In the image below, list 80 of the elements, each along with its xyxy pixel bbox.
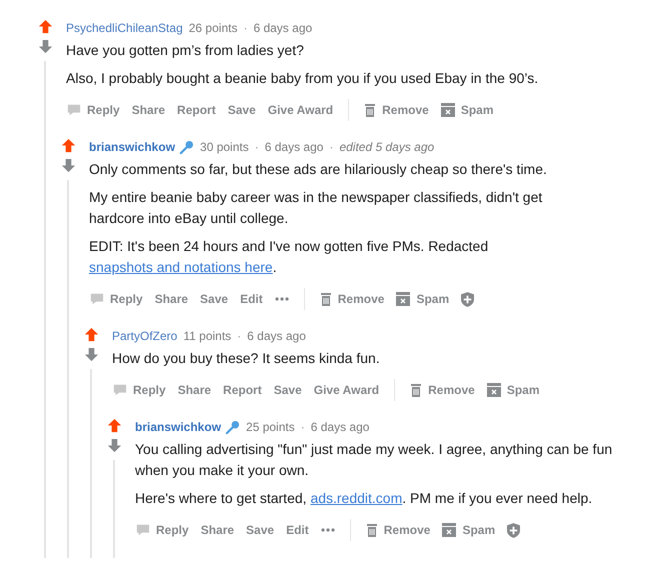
username-link[interactable]: brianswichkow	[135, 420, 222, 434]
microphone-icon	[179, 140, 194, 154]
username-link[interactable]: brianswichkow	[89, 140, 176, 154]
speech-bubble-icon	[67, 103, 81, 117]
comment-text: Here's where to get started, ads.reddit.com. PM me if you ever need help.	[135, 489, 594, 508]
downvote-arrow-icon[interactable]	[84, 347, 98, 362]
upvote-arrow-icon[interactable]	[38, 19, 52, 34]
speech-bubble-icon	[136, 523, 150, 537]
timestamp: 6 days ago	[264, 140, 324, 154]
action-button[interactable]: Save	[195, 288, 234, 310]
trash-icon	[366, 523, 378, 537]
more-icon	[274, 297, 289, 301]
points-count: 26 points	[188, 21, 238, 35]
action-button[interactable]: Share	[150, 288, 194, 310]
action-button[interactable]: Share	[126, 99, 170, 121]
action-button[interactable]: Save	[241, 519, 280, 541]
trash-icon	[364, 103, 376, 117]
upvote-arrow-icon[interactable]	[60, 138, 76, 153]
speech-bubble-icon	[113, 383, 127, 397]
action-button[interactable]: Give Award	[262, 99, 338, 121]
action-button[interactable]: Share	[172, 379, 216, 401]
action-button[interactable]: Report	[172, 99, 221, 121]
reply-button[interactable]: Reply	[62, 99, 125, 121]
microphone-icon	[225, 420, 240, 434]
points-count: 30 points	[200, 140, 249, 154]
trash-icon	[410, 383, 422, 397]
link[interactable]: snapshots and notations here	[89, 259, 273, 275]
reply-button[interactable]: Reply	[131, 519, 194, 541]
action-button[interactable]: Save	[222, 99, 261, 121]
separator-dot: ·	[300, 420, 305, 434]
spam-button[interactable]: Spam	[437, 519, 500, 541]
remove-button[interactable]: Remove	[314, 288, 390, 310]
comment-text: Have you gotten pm’s from ladies yet?	[66, 41, 305, 60]
edited-timestamp: edited 5 days ago	[339, 140, 434, 154]
downvote-arrow-icon[interactable]	[38, 39, 52, 54]
action-button[interactable]: Edit	[235, 288, 268, 310]
shield-icon	[461, 292, 474, 306]
remove-button[interactable]: Remove	[360, 519, 436, 541]
separator-dot: ·	[254, 140, 259, 154]
link[interactable]: ads.reddit.com	[310, 490, 402, 506]
upvote-arrow-icon[interactable]	[106, 418, 122, 433]
comment-text: Only comments so far, but these ads are hilariously cheap so there's time.	[89, 160, 548, 179]
comment-text: My entire beanie baby career was in the newspaper classifieds, didn't get hardcore into eBay until college.	[89, 188, 544, 228]
username-link[interactable]: PsychedliChileanStag	[66, 21, 183, 35]
separator-dot: ·	[237, 329, 242, 343]
downvote-arrow-icon[interactable]	[106, 438, 122, 453]
comment-text: How do you buy these? It seems kinda fun.	[112, 349, 381, 368]
separator-dot: ·	[329, 140, 334, 154]
separator-dot: ·	[243, 21, 248, 35]
upvote-arrow-icon[interactable]	[84, 327, 98, 342]
username-link[interactable]: PartyOfZero	[112, 329, 178, 343]
comment-text: Also, I probably bought a beanie baby from you if you used Ebay in the 90’s.	[66, 69, 540, 88]
shield-icon	[507, 522, 520, 538]
timestamp: 6 days ago	[247, 329, 306, 343]
timestamp: 6 days ago	[253, 21, 312, 35]
spam-box-icon	[440, 103, 455, 117]
points-count: 11 points	[183, 329, 232, 343]
reply-button[interactable]: Reply	[108, 379, 171, 401]
trash-icon	[320, 292, 332, 306]
spam-box-icon	[486, 383, 501, 397]
action-button[interactable]: Share	[196, 519, 240, 541]
points-count: 25 points	[246, 420, 295, 434]
speech-bubble-icon	[90, 292, 104, 306]
spam-box-icon	[442, 523, 456, 537]
remove-button[interactable]: Remove	[359, 99, 434, 121]
spam-button[interactable]: Spam	[436, 99, 498, 121]
comment-text: EDIT: It's been 24 hours and I've now gotten five PMs. Redacted snapshots and notations here.	[89, 237, 490, 277]
spam-box-icon	[396, 292, 410, 306]
spam-button[interactable]: Spam	[391, 288, 454, 310]
spam-button[interactable]: Spam	[482, 379, 544, 401]
action-button[interactable]: Report	[218, 379, 267, 401]
action-button[interactable]: Give Award	[308, 379, 384, 401]
more-icon	[320, 528, 335, 532]
downvote-arrow-icon[interactable]	[60, 158, 76, 173]
action-button[interactable]: Edit	[281, 519, 314, 541]
reply-button[interactable]: Reply	[85, 288, 148, 310]
remove-button[interactable]: Remove	[405, 379, 480, 401]
comment-text: You calling advertising "fun" just made my week. I agree, anything can be fun when you make it your own.	[135, 440, 614, 480]
action-button[interactable]: Save	[268, 379, 307, 401]
timestamp: 6 days ago	[310, 420, 370, 434]
